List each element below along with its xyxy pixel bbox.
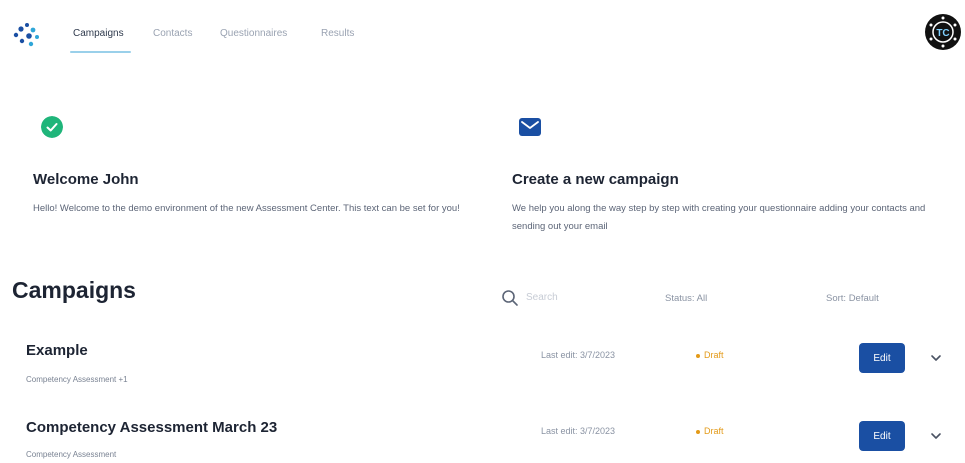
avatar-badge-icon: TC xyxy=(926,15,960,49)
avatar[interactable]: TC xyxy=(925,14,961,50)
status-dot-icon xyxy=(696,429,700,434)
tab-questionnaires[interactable]: Questionnaires xyxy=(220,28,287,39)
tab-results[interactable]: Results xyxy=(321,28,354,39)
campaign-row[interactable]: Competency Assessment March 23 Competenc… xyxy=(0,410,965,463)
avatar-initials: TC xyxy=(936,28,949,39)
edit-button[interactable]: Edit xyxy=(859,343,905,373)
welcome-text: Hello! Welcome to the demo environment o… xyxy=(33,203,460,214)
status-filter[interactable]: Status: All xyxy=(665,293,707,304)
tab-campaigns[interactable]: Campaigns xyxy=(73,28,124,39)
mail-icon xyxy=(519,118,541,136)
active-tab-indicator xyxy=(70,51,131,53)
status-badge: Draft xyxy=(696,426,724,436)
campaign-subtitle: Competency Assessment xyxy=(26,450,117,459)
dots-logo-icon[interactable] xyxy=(12,22,44,48)
status-label: Draft xyxy=(704,350,724,360)
last-edit-date: Last edit: 3/7/2023 xyxy=(541,350,616,360)
campaign-subtitle: Competency Assessment +1 xyxy=(26,375,128,384)
check-circle-icon xyxy=(41,116,63,138)
status-badge: Draft xyxy=(696,350,724,360)
welcome-title: Welcome John xyxy=(33,171,139,188)
chevron-down-icon[interactable] xyxy=(929,429,943,443)
chevron-down-icon[interactable] xyxy=(929,351,943,365)
create-campaign-title: Create a new campaign xyxy=(512,171,679,188)
tab-contacts[interactable]: Contacts xyxy=(153,28,192,39)
campaigns-heading: Campaigns xyxy=(12,277,136,303)
campaign-row[interactable]: Example Competency Assessment +1 Last ed… xyxy=(0,330,965,390)
create-campaign-text: We help you along the way step by step w… xyxy=(512,203,926,232)
sort-dropdown[interactable]: Sort: Default xyxy=(826,293,879,304)
status-dot-icon xyxy=(696,353,700,358)
last-edit-date: Last edit: 3/7/2023 xyxy=(541,426,616,436)
status-label: Draft xyxy=(704,426,724,436)
search-icon[interactable] xyxy=(501,289,519,307)
edit-button[interactable]: Edit xyxy=(859,421,905,451)
campaign-title[interactable]: Example xyxy=(26,342,88,359)
campaign-title[interactable]: Competency Assessment March 23 xyxy=(26,419,277,436)
search-input[interactable] xyxy=(526,288,626,306)
